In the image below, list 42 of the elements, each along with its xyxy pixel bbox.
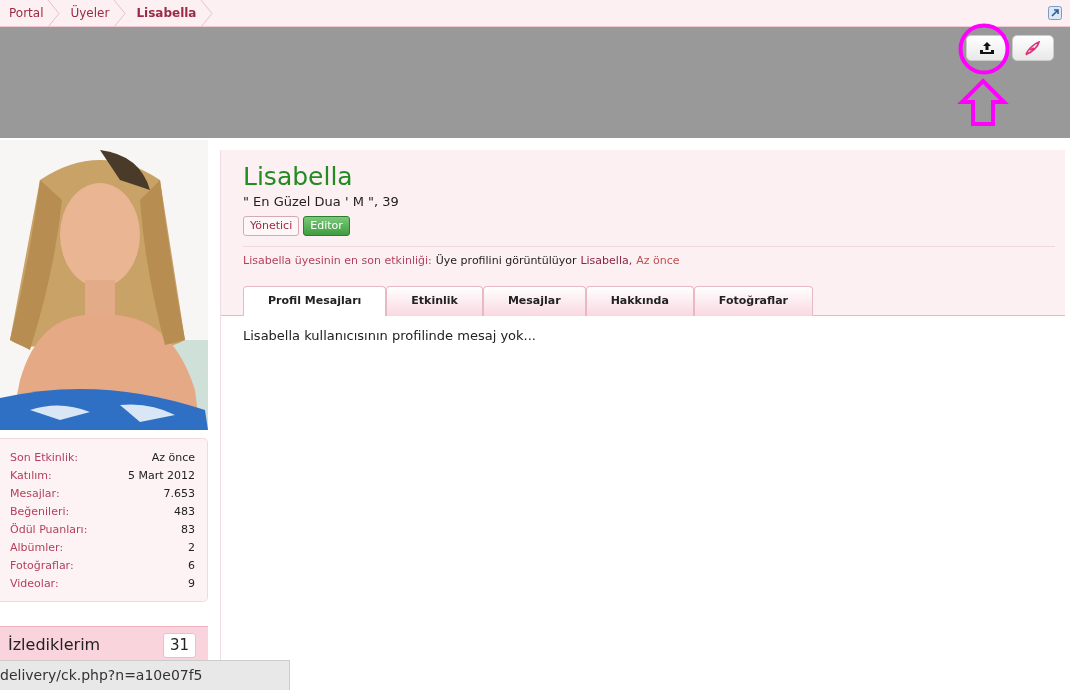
stat-value: 5 Mart 2012 [127, 468, 195, 484]
pencil-icon [1024, 40, 1042, 56]
profile-tab[interactable]: Hakkında [585, 285, 694, 316]
stat-label: Albümler: [10, 540, 64, 556]
profile-subtitle: " En Güzel Dua ' M ", 39 [243, 193, 400, 211]
profile-tab[interactable]: Etkinlik [386, 285, 483, 316]
stat-value: 2 [188, 540, 195, 556]
activity-label: Lisabella üyesinin en son etkinliği: [243, 253, 432, 269]
stat-value: Az önce [151, 450, 195, 466]
profile-name: Lisabella [243, 162, 354, 192]
profile-tab[interactable]: Fotoğraflar [693, 285, 813, 316]
stat-label: Fotoğraflar: [10, 558, 74, 574]
upload-button[interactable] [966, 35, 1008, 61]
following-count: 31 [162, 633, 196, 658]
arrow-annotation [957, 78, 1009, 128]
empty-message: Lisabella kullanıcısının profilinde mesaj yok... [242, 327, 537, 345]
external-link-icon[interactable] [1048, 6, 1062, 20]
stat-value: 6 [188, 558, 195, 574]
breadcrumb-link[interactable]: Lisabella [127, 0, 201, 26]
stat-value: 7.653 [163, 486, 195, 502]
profile-tab[interactable]: Profil Mesajları [243, 285, 387, 316]
stat-value: 83 [181, 522, 195, 538]
stat-value: 9 [188, 576, 195, 592]
stat-label: Videolar: [10, 576, 59, 592]
breadcrumb-link[interactable]: Üyeler [61, 0, 114, 26]
activity-text: Üye profilini görüntülüyor [435, 253, 577, 269]
breadcrumb-link[interactable]: Portal [0, 0, 48, 26]
upload-icon [979, 41, 995, 55]
following-title: İzlediklerim [8, 634, 101, 656]
user-link[interactable]: Lisabella, [580, 253, 633, 270]
stat-label: Beğenileri: [10, 504, 70, 520]
edit-button[interactable] [1012, 35, 1054, 61]
stat-label: Katılım: [10, 468, 52, 484]
stat-label: Son Etkinlik: [10, 450, 79, 466]
activity-time: Az önce [636, 253, 680, 269]
stat-label: Mesajlar: [10, 486, 60, 502]
stat-value: 483 [174, 504, 195, 520]
status-bar: delivery/ck.php?n=a10e07f5 [0, 660, 290, 690]
title-badge: Yönetici [243, 215, 300, 236]
role-badge: Editor [303, 215, 350, 236]
profile-tab[interactable]: Mesajlar [482, 285, 586, 316]
stat-label: Ödül Puanları: [10, 522, 88, 538]
